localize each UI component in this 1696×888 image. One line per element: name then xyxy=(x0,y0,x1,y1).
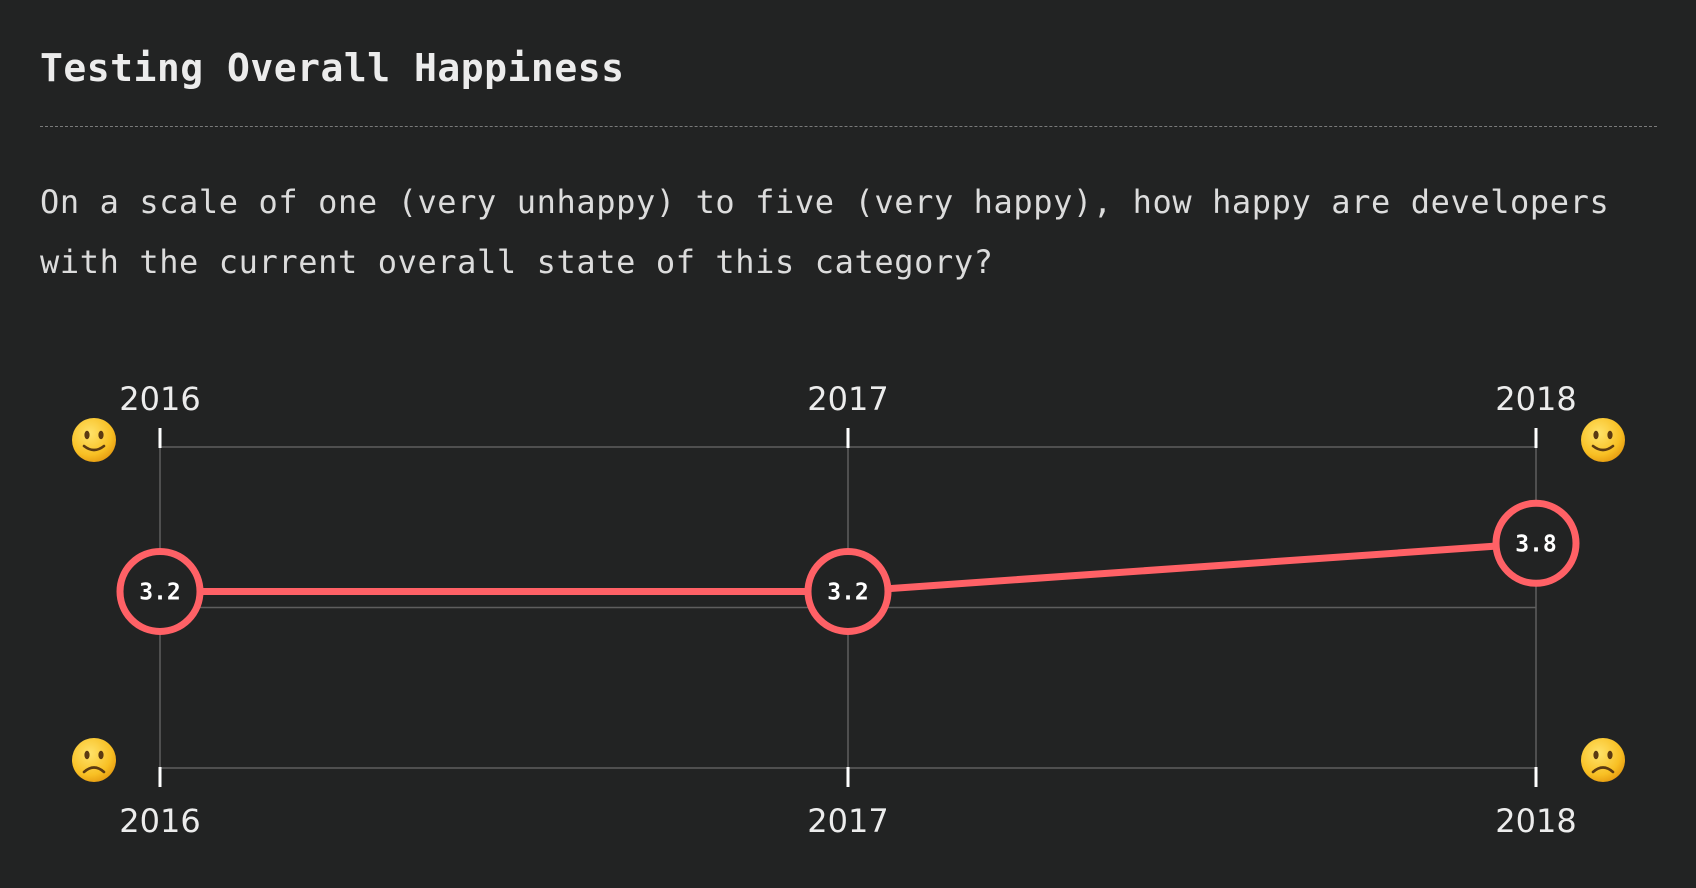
frowning-face-icon xyxy=(1581,738,1625,782)
data-label: 3.2 xyxy=(139,579,181,605)
data-label: 3.2 xyxy=(827,579,869,605)
x-tick-label-bottom: 2016 xyxy=(119,802,200,840)
x-tick-label-bottom: 2017 xyxy=(807,802,888,840)
x-tick-label-top: 2016 xyxy=(119,380,200,418)
slightly-smiling-face-icon xyxy=(72,418,116,462)
x-tick-label-bottom: 2018 xyxy=(1495,802,1576,840)
x-tick-label-top: 2018 xyxy=(1495,380,1576,418)
x-tick-label-top: 2017 xyxy=(807,380,888,418)
chart-card: Testing Overall Happiness On a scale of … xyxy=(0,0,1696,888)
frowning-face-icon xyxy=(72,738,116,782)
slightly-smiling-face-icon xyxy=(1581,418,1625,462)
happiness-line-chart: 2016 2016 2017 2017 2018 2018 3.2 3.2 3.8 xyxy=(72,380,1625,840)
data-label: 3.8 xyxy=(1515,531,1557,557)
